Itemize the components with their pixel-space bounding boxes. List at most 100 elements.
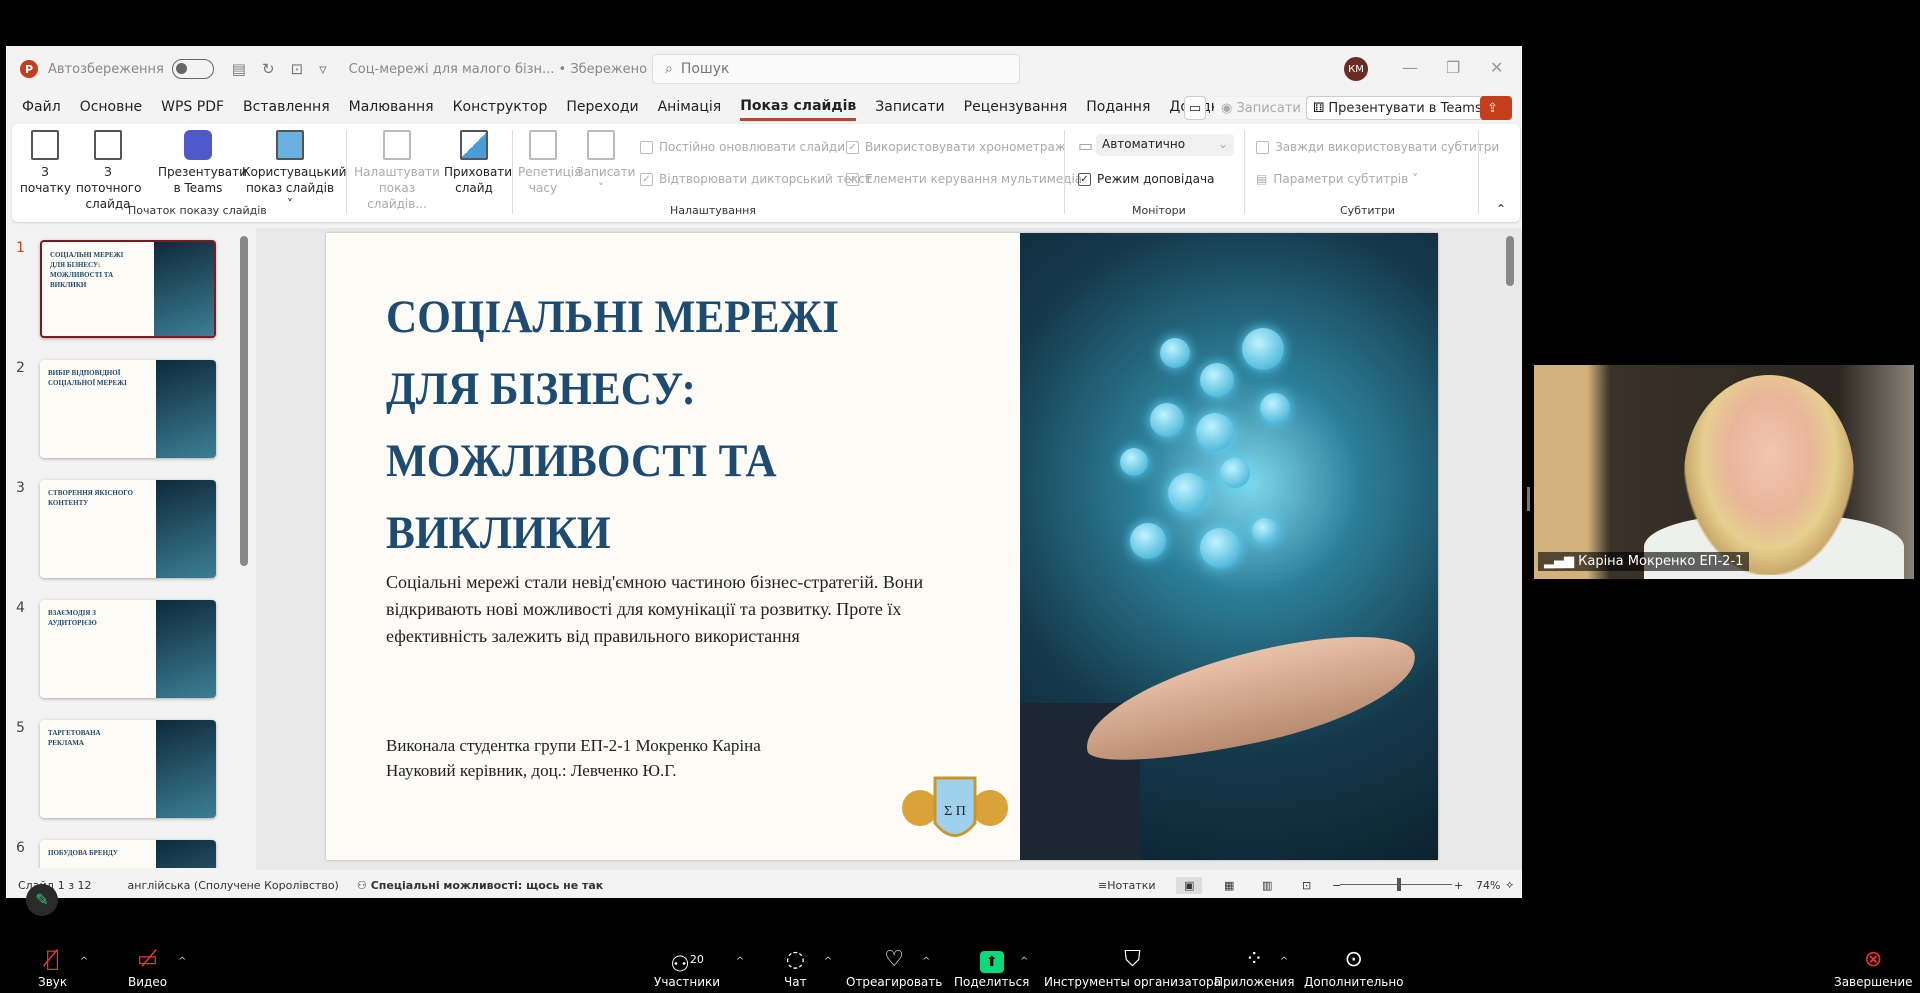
collapse-ribbon-icon[interactable]: ⌃ (1496, 202, 1506, 216)
zoom-out-icon[interactable]: − (1332, 879, 1341, 892)
notes-button[interactable]: ≡Нотатки (1098, 879, 1156, 892)
slide-sorter-icon[interactable]: ▦ (1224, 879, 1234, 892)
presenter-view-checkbox[interactable]: ✓ Режим доповідача (1078, 172, 1214, 186)
slide-thumbnail[interactable]: ПОБУДОВА БРЕНДУ (40, 840, 216, 868)
accessibility-status[interactable]: Спеціальні можливості: щось не так (371, 879, 604, 892)
monitor-select[interactable]: Автоматично ⌄ (1096, 134, 1234, 156)
react-button[interactable]: ♡ Отреагировать (846, 945, 942, 989)
customize-qat-icon[interactable]: ▿ (319, 60, 327, 78)
zoom-slider[interactable] (1340, 878, 1452, 891)
slide-thumbnail[interactable]: ТАРГЕТОВАНА РЕКЛАМА (40, 720, 216, 818)
slide-thumbnail[interactable]: СОЦІАЛЬНІ МЕРЕЖІ ДЛЯ БІЗНЕСУ: МОЖЛИВОСТІ… (40, 240, 216, 338)
powerpoint-logo-icon: P (20, 60, 38, 78)
chevron-up-icon[interactable]: ^ (178, 956, 186, 967)
media-controls-checkbox[interactable]: ✓ Елементи керування мультимедіа (846, 172, 1082, 186)
always-subtitles-checkbox[interactable]: Завжди використовувати субтитри (1256, 140, 1499, 154)
label: Постійно оновлювати слайди (659, 140, 846, 154)
end-meeting-button[interactable]: ⊗ Завершение (1834, 945, 1913, 989)
video-resize-handle[interactable] (1527, 487, 1530, 511)
hide-slide-button[interactable]: Приховати слайд (444, 130, 512, 196)
tab-2[interactable]: WPS PDF (161, 95, 224, 119)
avatar[interactable]: КМ (1344, 57, 1368, 81)
chevron-up-icon[interactable]: ^ (824, 956, 832, 967)
tab-9[interactable]: Записати (875, 95, 944, 119)
zoom-slider-thumb[interactable] (1397, 878, 1402, 891)
save-icon[interactable]: ▤ (232, 60, 246, 78)
from-start-button[interactable]: З початку (20, 130, 71, 196)
custom-show-button[interactable]: Користувацький показ слайдів ˅ (242, 130, 346, 212)
present-in-teams-button[interactable]: ⚅ Презентувати в Teams (1306, 96, 1489, 120)
chevron-up-icon[interactable]: ^ (736, 956, 744, 967)
share-screen-button[interactable]: ⬆ Поделиться (954, 945, 1029, 989)
search-input[interactable]: ⌕ Пошук (652, 54, 1020, 84)
restore-icon[interactable]: ❐ (1446, 58, 1460, 77)
slide-thumbnail[interactable]: СТВОРЕННЯ ЯКІСНОГО КОНТЕНТУ (40, 480, 216, 578)
thumbnail-title: ВИБІР ВІДПОВІДНОЇ СОЦІАЛЬНОЇ МЕРЕЖІ (48, 369, 127, 387)
comments-icon[interactable]: ▭ (1184, 96, 1206, 120)
autosave-toggle[interactable] (171, 59, 214, 79)
participant-video[interactable]: ▂▄▆ Каріна Мокренко ЕП-2-1 (1534, 365, 1914, 579)
play-narrations-checkbox[interactable]: ✓ Відтворювати дикторський текст (640, 172, 872, 186)
participants-button[interactable]: ⚇20 Участники (654, 945, 720, 989)
tab-11[interactable]: Подання (1086, 95, 1150, 119)
chevron-up-icon[interactable]: ^ (1280, 956, 1288, 967)
chevron-up-icon[interactable]: ^ (1020, 956, 1028, 967)
rehearse-button[interactable]: Репетиція часу (518, 130, 581, 196)
shield-icon: ⛉ (1124, 947, 1141, 972)
slide-canvas[interactable]: СОЦІАЛЬНІ МЕРЕЖІ ДЛЯ БІЗНЕСУ: МОЖЛИВОСТІ… (326, 233, 1438, 860)
chat-button[interactable]: ◌ Чат (784, 945, 807, 989)
slide-thumbnail[interactable]: ВЗАЄМОДІЯ З АУДИТОРІЄЮ (40, 600, 216, 698)
record-button[interactable]: ◉ Записати (1214, 96, 1308, 120)
tab-5[interactable]: Конструктор (453, 95, 548, 119)
undo-icon[interactable]: ↻ (262, 60, 275, 78)
tab-8[interactable]: Показ слайдів (740, 94, 857, 121)
keep-updated-checkbox[interactable]: Постійно оновлювати слайди (640, 140, 845, 154)
editor-scrollbar[interactable] (1506, 236, 1514, 286)
tab-1[interactable]: Основне (80, 95, 142, 119)
close-icon[interactable]: ✕ (1490, 58, 1503, 77)
thumbnail-image (154, 242, 214, 336)
social-icon (1200, 363, 1234, 397)
apps-button[interactable]: ⁘ Приложения (1214, 945, 1295, 989)
audio-button[interactable]: 🎙̸ Звук (38, 945, 67, 989)
thumbnails-scrollbar[interactable] (240, 236, 248, 566)
present-teams-button[interactable]: Презентувати в Teams (158, 130, 247, 196)
annotate-pencil-icon[interactable]: ✎ (26, 884, 58, 916)
slide-footer[interactable]: Виконала студентка групи ЕП-2-1 Мокренко… (386, 733, 761, 783)
slideshow-icon[interactable]: ⊡ (1302, 879, 1311, 892)
normal-view-icon[interactable]: ▣ (1176, 876, 1203, 894)
tab-0[interactable]: Файл (22, 95, 61, 119)
slide-thumbnail[interactable]: ВИБІР ВІДПОВІДНОЇ СОЦІАЛЬНОЇ МЕРЕЖІ (40, 360, 216, 458)
minimize-icon[interactable]: — (1402, 58, 1418, 77)
share-icon[interactable]: ⇪ (1480, 96, 1512, 120)
record-slideshow-button[interactable]: Записати ˅ (576, 130, 635, 196)
subtitle-settings-button[interactable]: ▤ Параметри субтитрів ˅ (1256, 172, 1418, 186)
chevron-up-icon[interactable]: ^ (80, 956, 88, 967)
divider (512, 130, 513, 214)
thumbnail-image (156, 480, 216, 578)
tab-10[interactable]: Рецензування (964, 95, 1068, 119)
from-current-button[interactable]: З поточного слайда (76, 130, 141, 212)
tab-7[interactable]: Анімація (658, 95, 722, 119)
host-tools-button[interactable]: ⛉ Инструменты организатора (1044, 945, 1221, 989)
language-status[interactable]: англійська (Сполучене Королівство) (128, 879, 339, 892)
social-icon (1220, 458, 1250, 488)
reading-view-icon[interactable]: ▥ (1262, 879, 1272, 892)
chevron-up-icon[interactable]: ^ (922, 956, 930, 967)
slide-thumbnails-panel: 1 СОЦІАЛЬНІ МЕРЕЖІ ДЛЯ БІЗНЕСУ: МОЖЛИВОСТ… (6, 228, 251, 868)
fit-to-window-icon[interactable]: ⟡ (1506, 878, 1513, 892)
slide-body[interactable]: Соціальні мережі стали невід'ємною части… (386, 569, 986, 650)
setup-show-button[interactable]: Налаштувати показ слайдів... (354, 130, 440, 212)
video-button[interactable]: ▭̸ Видео (128, 945, 167, 989)
slide-title[interactable]: СОЦІАЛЬНІ МЕРЕЖІ ДЛЯ БІЗНЕСУ: МОЖЛИВОСТІ… (386, 281, 938, 569)
tab-3[interactable]: Вставлення (243, 95, 330, 119)
social-icon (1160, 338, 1190, 368)
present-icon[interactable]: ⊡ (291, 60, 304, 78)
use-timings-checkbox[interactable]: ✓ Використовувати хронометраж (846, 140, 1066, 154)
end-icon: ⊗ (1864, 947, 1883, 972)
tab-4[interactable]: Малювання (349, 95, 434, 119)
more-button[interactable]: ⊙ Дополнительно (1304, 945, 1404, 989)
tab-6[interactable]: Переходи (566, 95, 638, 119)
zoom-level[interactable]: 74% (1476, 879, 1500, 892)
zoom-in-icon[interactable]: + (1454, 879, 1463, 892)
